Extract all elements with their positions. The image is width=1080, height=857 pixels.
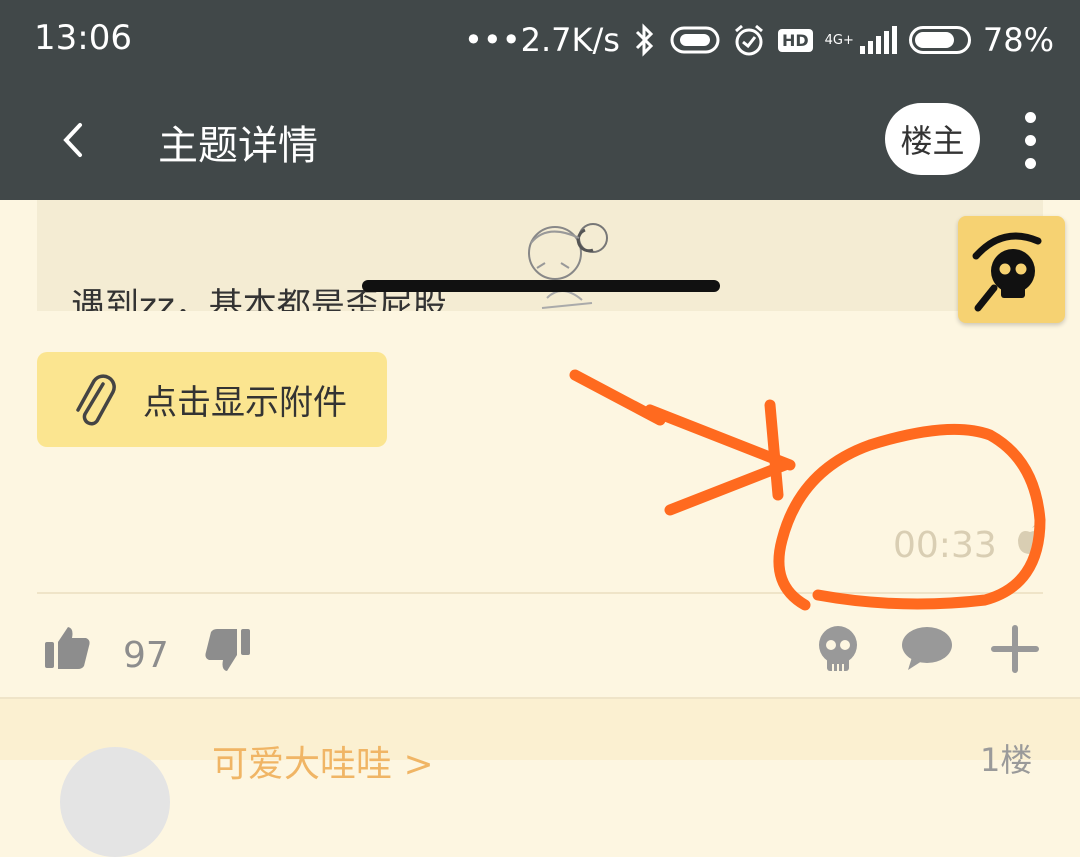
like-count: 97 [123, 635, 169, 676]
network-speed: •••2.7K/s [464, 21, 620, 59]
hd-badge: HD [777, 28, 813, 52]
comment-icon[interactable] [900, 625, 954, 671]
toolbar: 主题详情 楼主 [0, 80, 1080, 200]
skull-reaper-button[interactable] [958, 216, 1065, 323]
status-bar: 13:06 •••2.7K/s HD 4G+ 78% [0, 0, 1080, 80]
divider [37, 592, 1043, 594]
post-time: 00:33 [893, 525, 997, 566]
post-action-bar: 97 [0, 600, 1080, 695]
scroll-indicator [362, 280, 720, 292]
back-button[interactable] [50, 110, 100, 170]
attachment-label: 点击显示附件 [143, 383, 347, 423]
owner-only-button[interactable]: 楼主 [885, 103, 980, 175]
battery-level [914, 32, 954, 48]
paperclip-icon [76, 373, 116, 425]
avatar[interactable] [60, 747, 170, 857]
network-type: 4G+ [825, 34, 854, 47]
signal-icon [859, 26, 897, 54]
battery-icon [908, 26, 971, 54]
skull-icon[interactable] [815, 624, 861, 674]
bluetooth-icon [635, 23, 654, 57]
plus-icon[interactable] [990, 624, 1040, 674]
alarm-icon [734, 24, 763, 56]
annotation-circle [773, 423, 1046, 611]
reply-username[interactable]: 可爱大哇哇 > [212, 735, 434, 787]
more-menu-button[interactable] [1010, 106, 1050, 176]
annotation-arrow-shaft [569, 369, 796, 471]
anime-girl-image [528, 223, 608, 309]
vibrate-icon [670, 26, 720, 54]
battery-percent: 78% [982, 21, 1054, 59]
reply-item[interactable]: 可爱大哇哇 > 1楼 [0, 697, 1080, 857]
apple-icon [1018, 523, 1042, 554]
show-attachment-button[interactable]: 点击显示附件 [37, 352, 387, 447]
page-title: 主题详情 [158, 123, 318, 169]
thumbs-up-icon[interactable] [42, 622, 92, 672]
network-type-label: 4G+ [824, 32, 854, 48]
post-image[interactable]: 遇到zz，基本都是歪屁股 [37, 200, 1043, 311]
skull-scythe-icon [972, 232, 1042, 312]
status-time: 13:06 [34, 18, 132, 58]
thumbs-down-icon[interactable] [203, 626, 253, 676]
status-icons: •••2.7K/s HD 4G+ 78% [464, 18, 1054, 62]
floor-number: 1楼 [980, 741, 1033, 779]
annotation-arrow-head [664, 399, 791, 516]
chevron-left-icon [63, 123, 82, 157]
